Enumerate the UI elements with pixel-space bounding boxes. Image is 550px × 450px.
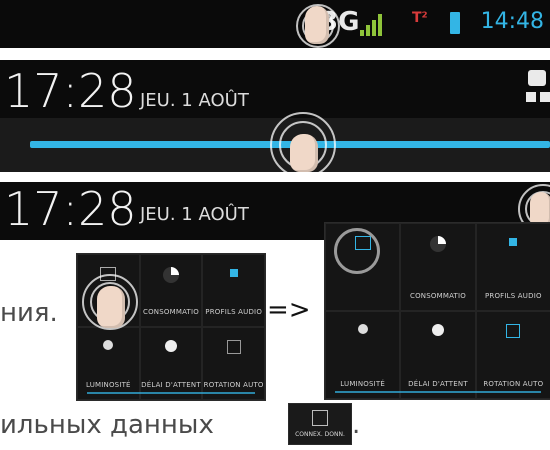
data-icon: [312, 410, 328, 426]
quick-settings-grid-before: CONSOMMATIO PROFILS AUDIO LUMINOSITÉ DÉL…: [76, 253, 266, 401]
timer-icon: [164, 340, 177, 352]
tile-audio-profiles[interactable]: PROFILS AUDIO: [202, 254, 265, 327]
audio-icon: [509, 238, 518, 246]
roaming-signal-icon: T²: [412, 10, 428, 26]
pie-icon: [162, 267, 179, 283]
signal-bars-icon: [360, 14, 382, 36]
status-bar: 3G T² 14:48: [0, 0, 550, 48]
grid-divider: [335, 391, 541, 393]
data-connection-chip: CONNEX. DONN.: [288, 403, 352, 445]
instruction-text-line2: ильных данных: [0, 410, 214, 440]
battery-icon: [450, 12, 460, 34]
highlight-circle: [334, 228, 380, 274]
tile-audio-profiles[interactable]: PROFILS AUDIO: [475, 223, 550, 311]
brightness-icon: [357, 324, 368, 334]
instruction-text-line1: ния.: [0, 298, 58, 328]
tile-timeout[interactable]: DÉLAI D'ATTENT: [139, 327, 203, 400]
panel-clock: 17:28: [4, 182, 137, 236]
panel-date: JEU. 1 AOÛT: [140, 204, 249, 225]
quick-settings-button[interactable]: [526, 70, 550, 106]
tile-rotation[interactable]: ROTATION AUTO: [475, 311, 550, 399]
panel-clock: 17:28: [4, 64, 137, 118]
tile-brightness[interactable]: LUMINOSITÉ: [325, 311, 401, 399]
status-time: 14:48: [480, 9, 544, 34]
tile-brightness[interactable]: LUMINOSITÉ: [77, 327, 140, 400]
tile-consumption[interactable]: CONSOMMATIO: [400, 223, 476, 311]
tile-rotation[interactable]: ROTATION AUTO: [202, 327, 265, 400]
quick-settings-grid-after: CONSOMMATIO PROFILS AUDIO LUMINOSITÉ DÉL…: [324, 222, 550, 400]
panel-date: JEU. 1 AOÛT: [140, 90, 249, 111]
transition-arrow: =>: [267, 295, 311, 325]
rotate-icon: [506, 324, 521, 338]
grid-divider: [87, 392, 255, 394]
pie-icon: [429, 236, 446, 252]
brightness-icon: [103, 340, 114, 350]
timer-icon: [431, 324, 444, 336]
instruction-text-end: .: [352, 410, 361, 440]
rotate-icon: [226, 340, 241, 354]
tile-data[interactable]: [325, 223, 401, 311]
notification-panel-expanded[interactable]: 17:28 JEU. 1 AOÛT: [0, 60, 550, 178]
tile-consumption[interactable]: CONSOMMATIO: [139, 254, 203, 327]
audio-icon: [229, 269, 238, 277]
finger-icon: [97, 286, 125, 328]
finger-icon: [305, 6, 329, 44]
tile-timeout[interactable]: DÉLAI D'ATTENT: [400, 311, 476, 399]
finger-icon: [290, 134, 318, 172]
